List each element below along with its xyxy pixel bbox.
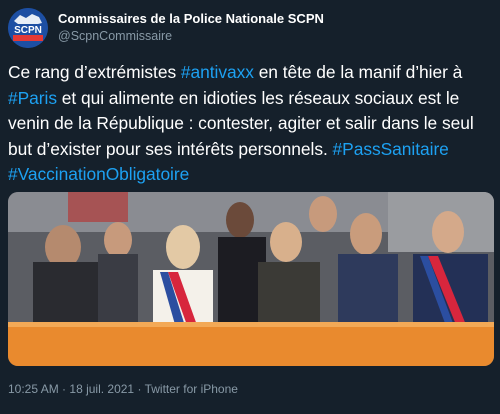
tweet-header: SCPN Commissaires de la Police Nationale…	[8, 8, 488, 48]
display-name[interactable]: Commissaires de la Police Nationale SCPN	[58, 10, 324, 27]
tweet-source[interactable]: Twitter for iPhone	[145, 382, 238, 396]
tweet-date[interactable]: 18 juil. 2021	[69, 382, 134, 396]
protest-march-photo	[8, 192, 494, 366]
scpn-logo-icon: SCPN	[8, 8, 48, 48]
account-handle[interactable]: @ScpnCommissaire	[58, 27, 324, 45]
meta-separator: ·	[137, 382, 142, 396]
tweet-meta: 10:25 AM · 18 juil. 2021 · Twitter for i…	[8, 382, 238, 396]
tweet: SCPN Commissaires de la Police Nationale…	[0, 0, 500, 414]
hashtag-vaccinationobligatoire[interactable]: #VaccinationObligatoire	[8, 164, 189, 184]
avatar-label: SCPN	[14, 25, 42, 36]
tweet-text-segment: en tête de la manif d’hier à	[253, 62, 463, 82]
tweet-photo[interactable]	[8, 192, 494, 366]
tweet-time[interactable]: 10:25 AM	[8, 382, 59, 396]
avatar[interactable]: SCPN	[8, 8, 48, 48]
tweet-text: Ce rang d’extrémistes #antivaxx en tête …	[8, 60, 492, 188]
hashtag-paris[interactable]: #Paris	[8, 88, 57, 108]
hashtag-antivaxx[interactable]: #antivaxx	[181, 62, 254, 82]
meta-separator: ·	[62, 382, 67, 396]
tweet-text-segment: Ce rang d’extrémistes	[8, 62, 181, 82]
author-names[interactable]: Commissaires de la Police Nationale SCPN…	[58, 10, 324, 45]
hashtag-passsanitaire[interactable]: #PassSanitaire	[333, 139, 449, 159]
